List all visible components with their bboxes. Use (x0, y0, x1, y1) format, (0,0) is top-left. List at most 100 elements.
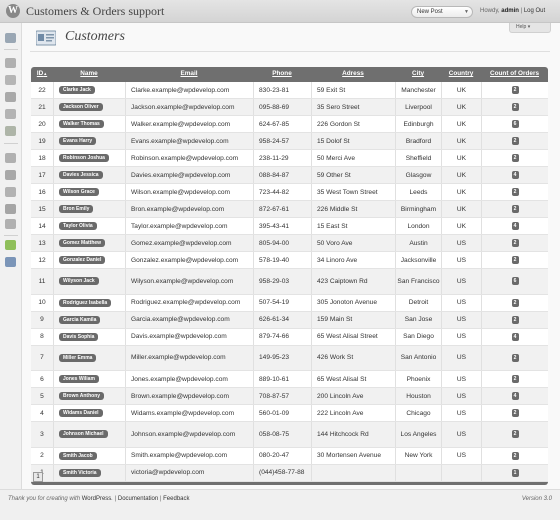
table-row[interactable]: 10 Rodriguez Isabella Rodriguez.example@wp… (31, 294, 548, 312)
table-row[interactable]: 15 Bron Emily Bron.example@wpdevelop.com 87… (31, 201, 548, 218)
order-count-badge[interactable]: 2 (511, 315, 519, 324)
wordpress-link[interactable]: WordPress (82, 496, 112, 502)
plugins-icon[interactable] (5, 170, 16, 180)
customer-name-badge[interactable]: Miller Emma (59, 353, 97, 362)
column-header-phone[interactable]: Phone (253, 70, 311, 77)
customer-name-badge[interactable]: Jones Wiliam (59, 375, 99, 383)
users-icon[interactable] (5, 187, 16, 197)
documentation-link[interactable]: Documentation (118, 496, 158, 502)
column-header-city[interactable]: City (395, 70, 441, 77)
column-header-name[interactable]: Name (53, 70, 125, 77)
order-count-badge[interactable]: 2 (511, 375, 519, 383)
customer-name-badge[interactable]: Walker Thomas (59, 120, 104, 128)
customer-name-badge[interactable]: Rodriguez Isabella (59, 298, 112, 307)
appearance-icon[interactable] (5, 153, 16, 163)
table-row[interactable]: 18 Robinson Joshua Robinson.example@wpdeve… (31, 150, 548, 167)
table-row[interactable]: 17 Davies Jessica Davies.example@wpdevelop… (31, 167, 548, 184)
new-post-dropdown[interactable]: New Post ▼ (411, 6, 473, 18)
comments-icon[interactable] (5, 126, 16, 136)
order-count-badge[interactable]: 2 (511, 239, 519, 247)
customer-name-badge[interactable]: Johnson Michael (59, 430, 108, 439)
order-count-badge[interactable]: 2 (511, 451, 519, 460)
column-header-email[interactable]: Email (125, 70, 253, 77)
customer-name-badge[interactable]: Wilson Grace (59, 188, 99, 196)
order-count-badge[interactable]: 2 (511, 86, 519, 94)
customer-name-badge[interactable]: Smith Victoria (59, 468, 101, 477)
table-row[interactable]: 22 Clarke Jack Clarke.example@wpdevelop.co… (31, 82, 548, 99)
customer-name-badge[interactable]: Gomez Matthew (59, 239, 106, 247)
customer-name-badge[interactable]: Taylor Olivia (59, 222, 97, 230)
order-count-badge[interactable]: 4 (511, 222, 519, 230)
table-row[interactable]: 19 Evans Harry Evans.example@wpdevelop.com… (31, 133, 548, 150)
site-title[interactable]: Customers & Orders support (26, 4, 164, 19)
table-row[interactable]: 5 Brown Anthony Brown.example@wpdevelop.co… (31, 388, 548, 405)
customer-name-badge[interactable]: Garcia Kamila (59, 315, 101, 324)
wordpress-logo-icon[interactable]: W (6, 4, 20, 18)
customer-name-badge[interactable]: Bron Emily (59, 205, 94, 213)
column-header-count-of-orders[interactable]: Count of Orders (481, 70, 548, 77)
order-count-badge[interactable]: 2 (511, 103, 519, 111)
id-text: 3 (40, 430, 44, 438)
order-count-badge[interactable]: 4 (511, 171, 519, 179)
table-row[interactable]: 4 Widams Daniel Widams.example@wpdevelop.c… (31, 405, 548, 422)
media-icon[interactable] (5, 75, 16, 85)
table-row[interactable]: 7 Miller Emma Miller.example@wpdevelop.com… (31, 345, 548, 371)
customer-name-badge[interactable]: Robinson Joshua (59, 154, 109, 162)
tools-icon[interactable] (5, 204, 16, 214)
column-header-id[interactable]: ID▲ (33, 70, 51, 77)
orders-plugin-icon[interactable] (5, 257, 16, 267)
table-row[interactable]: 2 Smith Jacob Smith.example@wpdevelop.com 0… (31, 447, 548, 465)
order-count-badge[interactable]: 2 (511, 298, 519, 307)
customer-name-badge[interactable]: Evans Harry (59, 137, 97, 145)
logout-link[interactable]: Log Out (524, 8, 545, 14)
links-icon[interactable] (5, 92, 16, 102)
table-row[interactable]: 6 Jones Wiliam Jones.example@wpdevelop.com… (31, 371, 548, 388)
order-count-badge[interactable]: 2 (511, 409, 519, 417)
customer-name-badge[interactable]: Davis Sophia (59, 332, 99, 341)
customer-name-badge[interactable]: Brown Anthony (59, 392, 105, 400)
order-count-badge[interactable]: 6 (511, 120, 519, 128)
table-row[interactable]: 14 Taylor Olivia Taylor.example@wpdevelop.… (31, 218, 548, 235)
table-row[interactable]: 20 Walker Thomas Walker.example@wpdevelop.… (31, 116, 548, 133)
pagination-page[interactable]: 1 (33, 472, 43, 482)
order-count-badge[interactable]: 2 (511, 137, 519, 145)
table-row[interactable]: 3 Johnson Michael Johnson.example@wpdevelo… (31, 422, 548, 448)
order-count-badge[interactable]: 2 (511, 188, 519, 196)
table-row[interactable]: 13 Gomez Matthew Gomez.example@wpdevelop.c… (31, 235, 548, 252)
dashboard-icon[interactable] (5, 33, 16, 43)
cell-country: UK (441, 82, 481, 98)
customer-name-badge[interactable]: Davies Jessica (59, 171, 103, 179)
help-tab[interactable]: Help ▾ (509, 23, 551, 33)
table-row[interactable]: 8 Davis Sophia Davis.example@wpdevelop.com… (31, 328, 548, 346)
table-row[interactable]: 1 Smith Victoria victoria@wpdevelop.com (04… (31, 464, 548, 482)
cell-country: US (441, 269, 481, 294)
order-count-badge[interactable]: 4 (511, 332, 519, 341)
table-row[interactable]: 9 Garcia Kamila Garcia.example@wpdevelop.c… (31, 311, 548, 329)
settings-icon[interactable] (5, 219, 16, 229)
customer-name-badge[interactable]: Clarke Jack (59, 86, 95, 94)
feedback-link[interactable]: Feedback (163, 496, 189, 502)
order-count-badge[interactable]: 2 (511, 256, 519, 264)
table-row[interactable]: 12 Gonzalez Daniel Gonzalez.example@wpdeve… (31, 252, 548, 269)
customers-plugin-icon[interactable] (5, 240, 16, 250)
customer-name-badge[interactable]: Smith Jacob (59, 451, 97, 460)
table-row[interactable]: 16 Wilson Grace Wilson.example@wpdevelop.c… (31, 184, 548, 201)
column-header-country[interactable]: Country (441, 70, 481, 77)
table-row[interactable]: 11 Wilyson Jack Wilyson.example@wpdevelop.… (31, 269, 548, 295)
posts-icon[interactable] (5, 58, 16, 68)
pages-icon[interactable] (5, 109, 16, 119)
customer-name-badge[interactable]: Jackson Oliver (59, 103, 103, 111)
customer-name-badge[interactable]: Gonzalez Daniel (59, 256, 106, 264)
column-header-address[interactable]: Adress (311, 70, 395, 77)
order-count-badge[interactable]: 1 (511, 468, 519, 477)
table-row[interactable]: 21 Jackson Oliver Jackson.example@wpdevelo… (31, 99, 548, 116)
customer-name-badge[interactable]: Widams Daniel (59, 409, 103, 417)
order-count-badge[interactable]: 2 (511, 353, 519, 362)
order-count-badge[interactable]: 4 (511, 392, 519, 400)
order-count-badge[interactable]: 6 (511, 277, 519, 286)
customer-name-badge[interactable]: Wilyson Jack (59, 277, 99, 286)
order-count-badge[interactable]: 2 (511, 430, 519, 439)
order-count-badge[interactable]: 2 (511, 154, 519, 162)
order-count-badge[interactable]: 2 (511, 205, 519, 213)
username-link[interactable]: admin (501, 8, 519, 14)
